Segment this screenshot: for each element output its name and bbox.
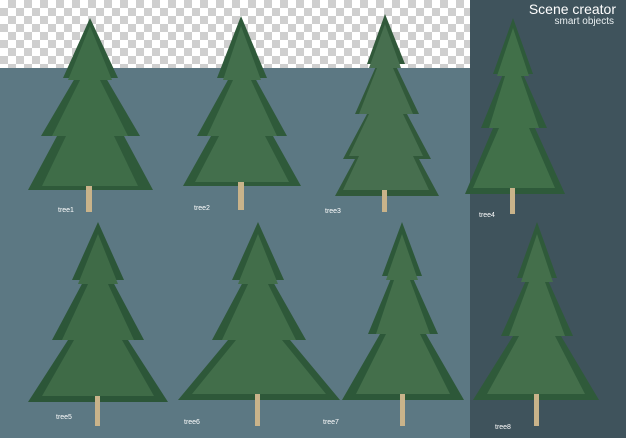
pine-tree-illustration [178,222,340,426]
tree-2-label: tree2 [194,205,210,212]
tree-3-image [335,14,439,214]
tree-8-image [473,222,599,428]
pine-tree-illustration [342,222,464,426]
scene-canvas: Scene creator smart objects tree1 tree2 … [0,0,626,438]
tree-8-label: tree8 [495,424,511,431]
pine-tree-illustration [473,222,599,426]
tree-6-image [178,222,340,428]
pine-tree-illustration [465,18,565,214]
tree-1-label: tree1 [58,207,74,214]
pine-tree-illustration [335,14,439,212]
tree-7-label: tree7 [323,419,339,426]
tree-5-image [28,222,168,428]
scene-title: Scene creator [528,1,616,17]
tree-2-image [183,16,301,212]
pine-tree-illustration [28,18,153,212]
tree-7-image [342,222,464,428]
tree-1-image [28,18,153,213]
tree-6-label: tree6 [184,419,200,426]
tree-3-label: tree3 [325,208,341,215]
tree-5-label: tree5 [56,414,72,421]
pine-tree-illustration [28,222,168,426]
tree-4-label: tree4 [479,212,495,219]
tree-4-image [465,18,565,216]
pine-tree-illustration [183,16,301,210]
